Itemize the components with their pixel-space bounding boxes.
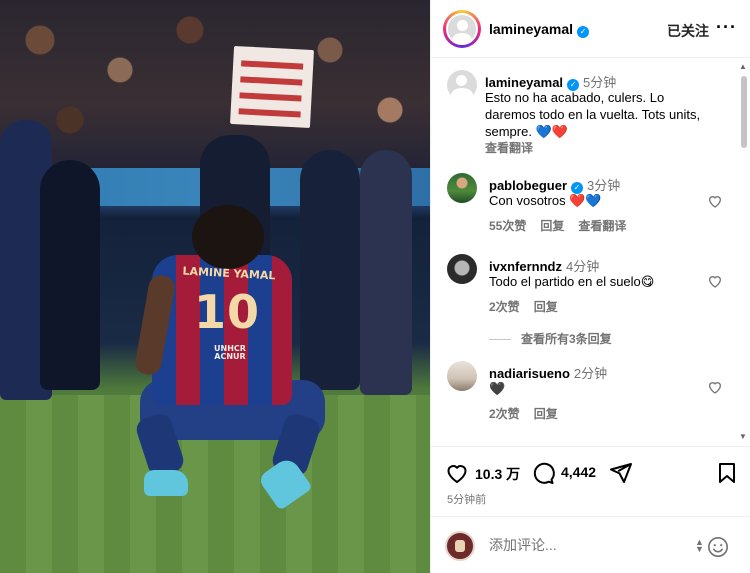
reply-button[interactable]: 回复: [534, 300, 558, 314]
background-player: [40, 160, 100, 390]
author-username-text[interactable]: lamineyamal: [489, 21, 573, 37]
scroll-up-arrow[interactable]: ▲: [739, 62, 747, 71]
comment-composer: ▲▼: [431, 516, 750, 573]
following-button[interactable]: 已关注: [667, 21, 709, 41]
verified-icon: ✓: [577, 26, 590, 38]
avatar[interactable]: [446, 13, 478, 45]
comment-time: 3分钟: [587, 178, 621, 193]
post-timestamp: 5分钟前: [447, 494, 487, 506]
comment-meta: 2次赞 回复: [489, 298, 572, 315]
comment-text: 🖤: [489, 381, 506, 396]
caption-time: 5分钟: [583, 75, 617, 90]
comment-username[interactable]: nadiarisueno 2分钟: [489, 363, 607, 382]
comment-avatar[interactable]: [447, 254, 477, 284]
like-count[interactable]: 55次赞: [489, 219, 526, 233]
comment-avatar[interactable]: [447, 361, 477, 391]
caption-line: Esto no ha acabado, culers. Lo: [485, 90, 665, 105]
caption-text: Esto no ha acabado, culers. Lo daremos t…: [485, 89, 735, 140]
post-actions: 10.3 万 4,442 5分钟前: [431, 446, 750, 516]
author-username[interactable]: lamineyamal ✓: [489, 21, 590, 38]
scroll-down-arrow[interactable]: ▼: [739, 432, 747, 441]
comment-avatar[interactable]: [447, 173, 477, 203]
like-heart-icon[interactable]: [707, 273, 723, 289]
background-player: [360, 150, 412, 395]
comment-meta: 55次赞 回复 查看翻译: [489, 217, 640, 234]
reply-button[interactable]: 回复: [540, 219, 564, 233]
crouching-player: LAMINE YAMAL 10 UNHCR ACNUR: [130, 205, 330, 511]
comment-text: Con vosotros ❤️💙: [489, 193, 602, 208]
reply-button[interactable]: 回复: [534, 407, 558, 421]
fan-banner: [230, 45, 314, 129]
caption-avatar[interactable]: [447, 70, 477, 100]
current-user-avatar: [445, 531, 475, 561]
caption-line: daremos todo en la vuelta. Tots units,: [485, 107, 701, 122]
scrollbar-thumb[interactable]: [741, 76, 747, 148]
like-heart-icon[interactable]: [707, 379, 723, 395]
emoji-icon[interactable]: [707, 536, 729, 558]
comment-time: 4分钟: [565, 259, 600, 274]
post-sidebar: lamineyamal ✓ 已关注 ··· lamineyamal ✓ 5分钟 Est…: [430, 0, 750, 573]
comment-time: 2分钟: [573, 366, 608, 381]
caption-line: sempre. 💙❤️: [485, 124, 568, 139]
resize-handle-icon[interactable]: ▲ ▼: [695, 538, 704, 554]
jersey-sponsor: UNHCR ACNUR: [214, 344, 246, 361]
share-icon[interactable]: [609, 461, 633, 485]
like-count[interactable]: 2次赞: [489, 407, 520, 421]
like-count[interactable]: 2次赞: [489, 300, 520, 314]
jersey-number: 10: [193, 285, 260, 339]
more-icon[interactable]: ···: [716, 17, 737, 38]
post-header: lamineyamal ✓ 已关注 ···: [431, 0, 750, 58]
comment-text: Todo el partido en el suelo😋: [489, 274, 655, 289]
see-translation-link[interactable]: 查看翻译: [578, 219, 626, 233]
see-translation-link[interactable]: 查看翻译: [485, 139, 533, 156]
comment-username-text[interactable]: ivxnfernndz: [489, 259, 562, 274]
comment-icon[interactable]: [531, 461, 555, 485]
comment-count-total: 4,442: [561, 464, 597, 480]
comment-input[interactable]: [489, 537, 689, 553]
like-count-total[interactable]: 10.3 万: [475, 464, 520, 484]
bookmark-icon[interactable]: [715, 461, 739, 485]
comments-section[interactable]: lamineyamal ✓ 5分钟 Esto no ha acabado, cule…: [431, 58, 750, 446]
view-replies-link[interactable]: 查看所有3条回复: [489, 330, 612, 347]
like-heart-icon[interactable]: [707, 193, 723, 209]
comment-username-text[interactable]: pablobeguer: [489, 178, 567, 193]
post-photo[interactable]: LAMINE YAMAL 10 UNHCR ACNUR: [0, 0, 430, 573]
comment-username-text[interactable]: nadiarisueno: [489, 366, 570, 381]
caption-username-text[interactable]: lamineyamal: [485, 75, 563, 90]
comment-meta: 2次赞 回复: [489, 405, 572, 422]
heart-icon[interactable]: [445, 461, 469, 485]
